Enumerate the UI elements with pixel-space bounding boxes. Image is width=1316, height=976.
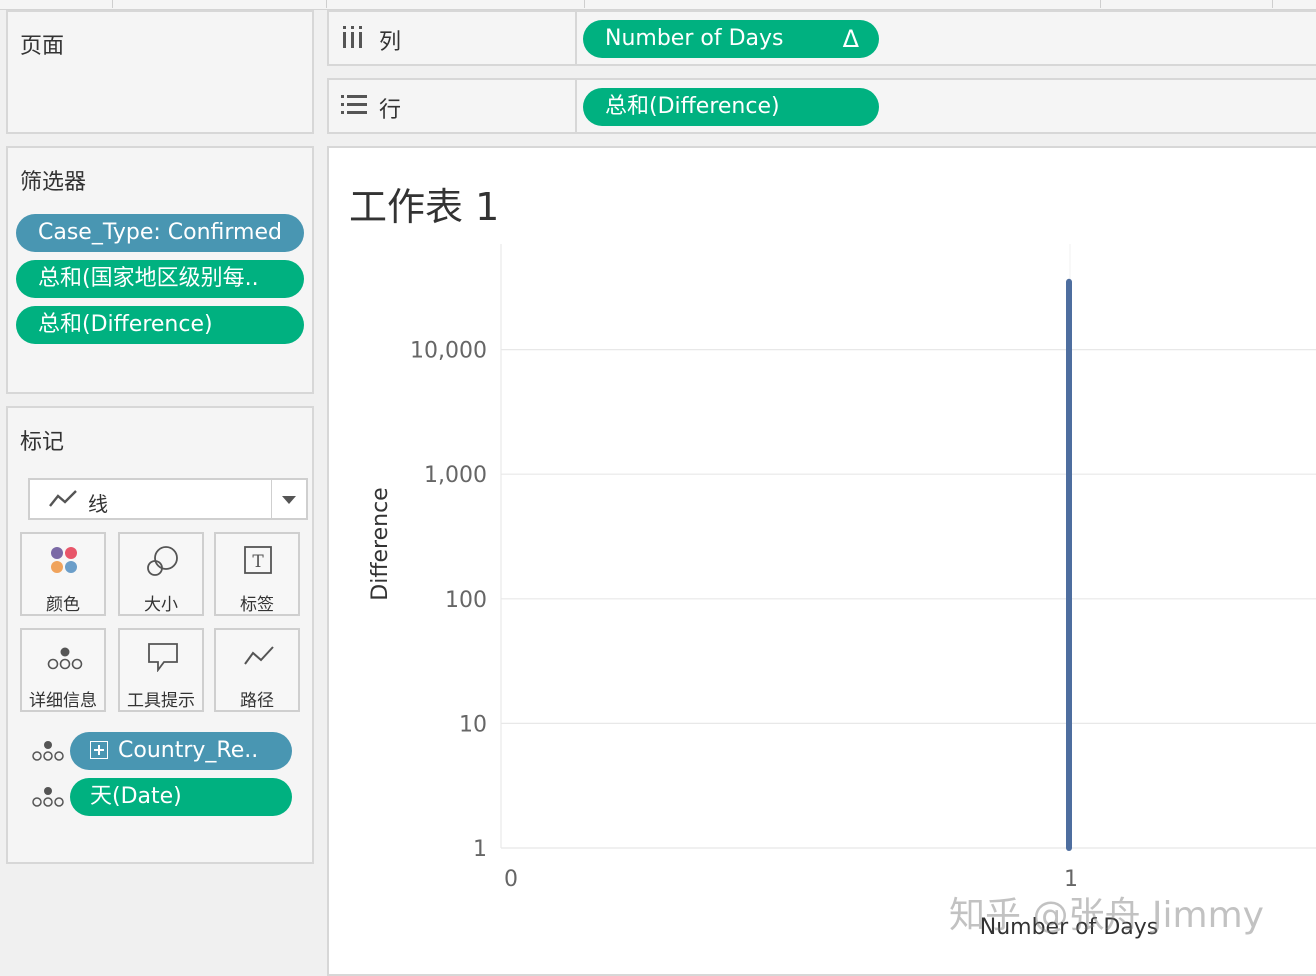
line-chart[interactable]: 1101001,00010,0000 1DifferenceNumber of D… (329, 148, 1316, 974)
color-button[interactable]: 颜色 (20, 532, 106, 616)
marks-title: 标记 (20, 430, 65, 455)
columns-pill-label: Number of Days (605, 26, 784, 51)
top-strip (0, 0, 1316, 10)
columns-shelf[interactable]: 列 Number of Days Δ (327, 10, 1316, 66)
marks-pill-country-label: Country_Re.. (118, 738, 259, 763)
y-tick-label: 100 (445, 588, 487, 613)
rows-icon (341, 95, 367, 114)
size-button[interactable]: 大小 (118, 532, 204, 616)
columns-icon (343, 26, 362, 48)
filters-title: 筛选器 (20, 170, 87, 195)
text-label-icon: T (244, 546, 272, 574)
filter-pill-case-type[interactable]: Case_Type: Confirmed (16, 214, 304, 252)
filter-pill-sum-difference[interactable]: 总和(Difference) (16, 306, 304, 344)
label-button-label: 标签 (240, 595, 274, 615)
detail-dots-icon (32, 787, 64, 807)
mark-type-dropdown[interactable]: 线 (28, 478, 308, 520)
y-tick-label: 10,000 (410, 339, 487, 364)
watermark: 知乎 @张舟 Jimmy (949, 895, 1264, 936)
rows-label: 行 (379, 98, 402, 123)
filters-panel[interactable]: 筛选器 Case_Type: Confirmed 总和(国家地区级别每.. 总和… (6, 146, 314, 394)
columns-label: 列 (379, 30, 402, 55)
chevron-down-icon[interactable] (282, 496, 296, 504)
rows-shelf-label: 行 (329, 80, 577, 132)
tooltip-button[interactable]: 工具提示 (118, 628, 204, 712)
detail-button[interactable]: 详细信息 (20, 628, 106, 712)
dropdown-divider (271, 480, 272, 518)
marks-pill-country[interactable]: Country_Re.. (70, 732, 292, 770)
y-tick-label: 10 (459, 712, 487, 737)
detail-dots-icon (32, 741, 64, 761)
delta-icon: Δ (842, 25, 859, 53)
y-tick-label: 1,000 (424, 463, 487, 488)
color-palette-icon (51, 547, 77, 573)
path-button[interactable]: 路径 (214, 628, 300, 712)
worksheet-canvas[interactable]: 工作表 1 1 10 100 1,000 10,000 0 1 Difference Numbe… (327, 146, 1316, 976)
path-button-label: 路径 (240, 691, 274, 711)
marks-pill-date[interactable]: 天(Date) (70, 778, 292, 816)
tooltip-button-label: 工具提示 (127, 691, 195, 711)
size-button-label: 大小 (144, 595, 178, 615)
rows-pill-sum-difference[interactable]: 总和(Difference) (583, 88, 879, 126)
tooltip-icon (148, 643, 178, 672)
path-line-icon (244, 646, 274, 665)
line-chart-icon (49, 490, 77, 507)
x-tick-label: 0 (504, 867, 518, 892)
detail-button-label: 详细信息 (29, 691, 97, 711)
label-button[interactable]: T 标签 (214, 532, 300, 616)
filter-pill-sum-country[interactable]: 总和(国家地区级别每.. (16, 260, 304, 298)
rows-shelf[interactable]: 行 总和(Difference) (327, 78, 1316, 134)
detail-dots-icon (47, 647, 83, 670)
pages-title: 页面 (20, 34, 65, 59)
columns-shelf-label: 列 (329, 12, 577, 64)
color-button-label: 颜色 (46, 595, 80, 615)
y-tick-label: 1 (473, 837, 487, 862)
mark-type-label: 线 (88, 492, 108, 516)
pages-panel[interactable]: 页面 (6, 10, 314, 134)
size-icon (147, 546, 178, 576)
svg-text:T: T (252, 552, 264, 572)
marks-panel[interactable]: 标记 线 颜色 大小 T 标签 详细信息 工具提示 路径 Country_Re.… (6, 406, 314, 864)
columns-pill-number-of-days[interactable]: Number of Days Δ (583, 20, 879, 58)
y-axis-title: Difference (368, 487, 393, 600)
expand-plus-icon[interactable] (90, 741, 108, 759)
